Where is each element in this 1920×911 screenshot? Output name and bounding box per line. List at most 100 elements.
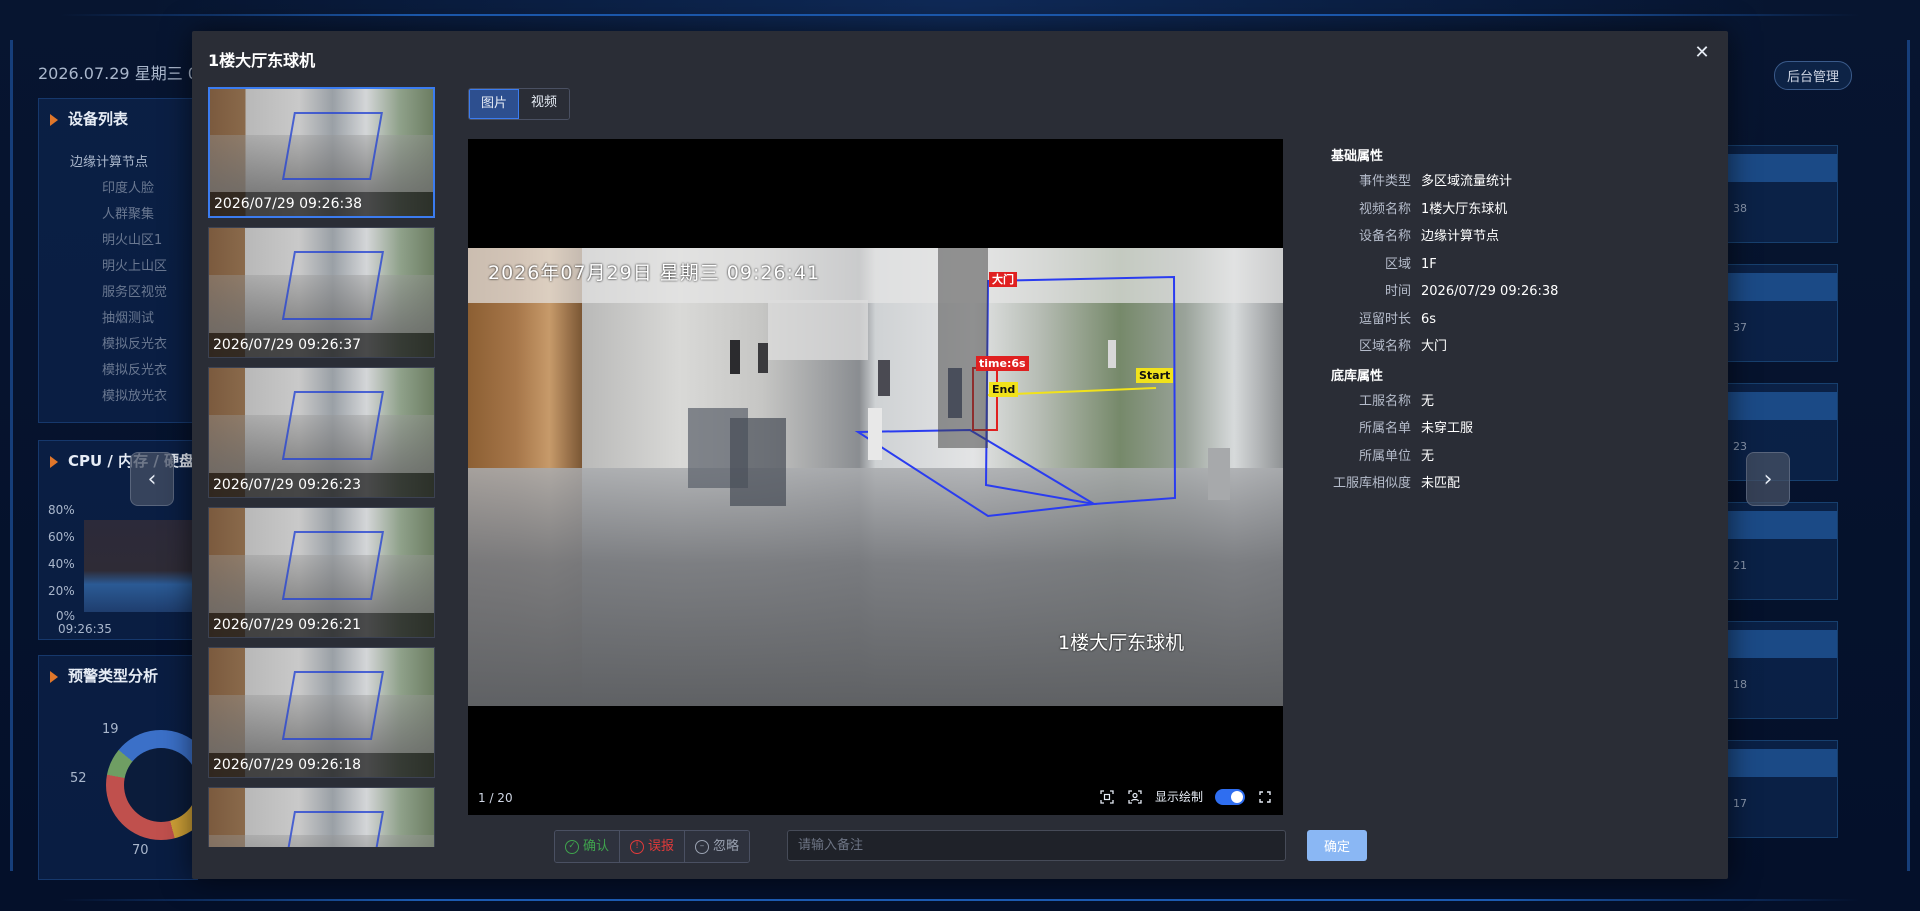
chevron-right-icon: › — [1763, 466, 1773, 492]
modal-title: 1楼大厅东球机 — [208, 51, 316, 70]
donut-label: 19 — [102, 722, 119, 737]
info-value: 无 — [1421, 393, 1435, 409]
prev-arrow-button[interactable]: ‹ — [130, 452, 174, 506]
chart-time-label: 09:26:35 — [58, 622, 112, 636]
person-silhouette — [758, 343, 768, 373]
remark-input[interactable] — [787, 830, 1286, 861]
event-snapshot: 2026年07月29日 星期三 09:26:41 大门 time:6s End … — [468, 248, 1283, 706]
tree-item[interactable]: 人群聚集 — [42, 202, 167, 228]
info-key: 所属单位 — [1358, 448, 1411, 464]
track-end-tag: End — [989, 382, 1019, 397]
device-list-title: 设备列表 — [50, 108, 128, 129]
frame-top-line — [60, 14, 1860, 16]
warning-panel-title: 预警类型分析 — [50, 665, 158, 686]
tree-item[interactable]: 抽烟测试 — [42, 306, 167, 332]
frame-bottom-line — [60, 899, 1860, 901]
tree-item[interactable]: 模拟放光衣 — [42, 384, 167, 410]
info-value: 6s — [1421, 311, 1437, 327]
dashboard-date: 2026.07.29 星期三 09 — [38, 64, 209, 83]
submit-button[interactable]: 确定 — [1307, 830, 1367, 861]
dwell-time-tag: time:6s — [976, 356, 1029, 371]
info-value: 多区域流量统计 — [1421, 174, 1513, 189]
y-tick: 80% — [48, 503, 75, 517]
cpu-chart-area — [84, 520, 194, 612]
track-start-tag: Start — [1136, 368, 1174, 383]
info-row: 工服库相似度 未匹配 — [1331, 470, 1691, 498]
tree-item[interactable]: 印度人脸 — [42, 176, 167, 202]
thumbnail-item[interactable]: 2026/07/29 09:26:21 — [208, 507, 435, 638]
tree-root[interactable]: 边缘计算节点 — [70, 150, 167, 176]
next-arrow-button[interactable]: › — [1746, 452, 1790, 506]
show-draw-toggle[interactable] — [1215, 788, 1245, 805]
info-key: 所属名单 — [1358, 421, 1411, 436]
panel-triangle-icon — [50, 670, 58, 683]
info-value: 大门 — [1421, 339, 1448, 354]
thumbnail-image — [209, 788, 434, 847]
minus-circle-icon: – — [695, 839, 710, 854]
y-tick: 20% — [48, 584, 75, 598]
admin-button[interactable]: 后台管理 — [1773, 61, 1852, 90]
person-silhouette — [868, 408, 882, 460]
donut-label: 70 — [132, 843, 149, 858]
info-key: 区域 — [1384, 256, 1411, 272]
scan-frame-icon[interactable] — [1099, 789, 1115, 805]
tree-item[interactable]: 模拟反光衣 — [42, 332, 167, 358]
info-row: 视频名称 1楼大厅东球机 — [1331, 196, 1691, 224]
right-event-card: 21 — [1726, 502, 1838, 600]
info-value: 边缘计算节点 — [1421, 229, 1500, 244]
review-actions: ✓ 确认 ! 误报 – 忽略 — [554, 830, 751, 863]
right-event-card: 17 — [1726, 740, 1838, 838]
thumbnail-item[interactable]: 2026/07/29 09:26:23 — [208, 367, 435, 498]
right-event-card: 38 — [1726, 145, 1838, 243]
tree-item[interactable]: 明火山区1 — [42, 228, 167, 254]
thumbnail-time: 2026/07/29 09:26:18 — [209, 753, 434, 777]
thumbnail-item[interactable]: 2026/07/29 09:26:18 — [208, 647, 435, 778]
viewer-toolbar: 显示绘制 — [1099, 788, 1273, 805]
thumbnail-time: 2026/07/29 09:26:23 — [209, 473, 434, 497]
info-key: 工服名称 — [1358, 393, 1411, 409]
pillar — [938, 248, 988, 448]
tree-item[interactable]: 明火上山区 — [42, 254, 167, 280]
info-value: 2026/07/29 09:26:38 — [1421, 284, 1559, 299]
image-viewer[interactable]: 2026年07月29日 星期三 09:26:41 大门 time:6s End … — [468, 139, 1283, 815]
right-event-card: 37 — [1726, 264, 1838, 362]
info-key: 时间 — [1384, 284, 1411, 299]
image-counter: 1 / 20 — [478, 791, 513, 805]
tab-image[interactable]: 图片 — [469, 89, 519, 119]
thumbnail-list[interactable]: 2026/07/29 09:26:38 2026/07/29 09:26:37 … — [208, 87, 435, 847]
info-key: 视频名称 — [1358, 201, 1411, 217]
media-tabs: 图片 视频 — [468, 88, 570, 120]
close-icon[interactable]: ✕ — [1692, 43, 1712, 63]
info-row: 区域名称 大门 — [1331, 333, 1691, 361]
info-row: 设备名称 边缘计算节点 — [1331, 223, 1691, 251]
ignore-button[interactable]: – 忽略 — [685, 831, 750, 862]
person-detect-icon[interactable] — [1127, 789, 1143, 805]
turnstile — [730, 418, 786, 506]
person-silhouette — [878, 360, 890, 396]
info-row: 事件类型 多区域流量统计 — [1331, 168, 1691, 196]
info-value: 无 — [1421, 448, 1435, 464]
tree-item[interactable]: 模拟反光衣 — [42, 358, 167, 384]
thumbnail-item[interactable]: 2026/07/29 09:26:37 — [208, 227, 435, 358]
y-tick: 0% — [56, 609, 76, 623]
info-key: 事件类型 — [1358, 174, 1411, 189]
event-detail-modal: 1楼大厅东球机 ✕ 2026/07/29 09:26:38 2026/07/29… — [192, 31, 1728, 879]
osd-timestamp: 2026年07月29日 星期三 09:26:41 — [488, 262, 821, 284]
gate-tag: 大门 — [989, 272, 1017, 287]
check-circle-icon: ✓ — [565, 839, 579, 854]
false-alarm-button[interactable]: ! 误报 — [620, 831, 686, 862]
thumbnail-item[interactable] — [208, 787, 435, 847]
alert-circle-icon: ! — [630, 839, 645, 854]
tree-item[interactable]: 服务区视觉 — [42, 280, 167, 306]
y-tick: 40% — [48, 557, 75, 571]
confirm-event-button[interactable]: ✓ 确认 — [555, 831, 621, 862]
person-silhouette — [730, 340, 740, 374]
reception-stand — [768, 300, 868, 360]
tab-video[interactable]: 视频 — [519, 89, 569, 119]
fullscreen-icon[interactable] — [1257, 789, 1273, 805]
thumbnail-item[interactable]: 2026/07/29 09:26:38 — [208, 87, 435, 218]
panel-triangle-icon — [50, 455, 58, 468]
frame-left-line — [10, 40, 13, 871]
info-key: 工服库相似度 — [1332, 476, 1411, 491]
info-key: 区域名称 — [1358, 339, 1411, 354]
